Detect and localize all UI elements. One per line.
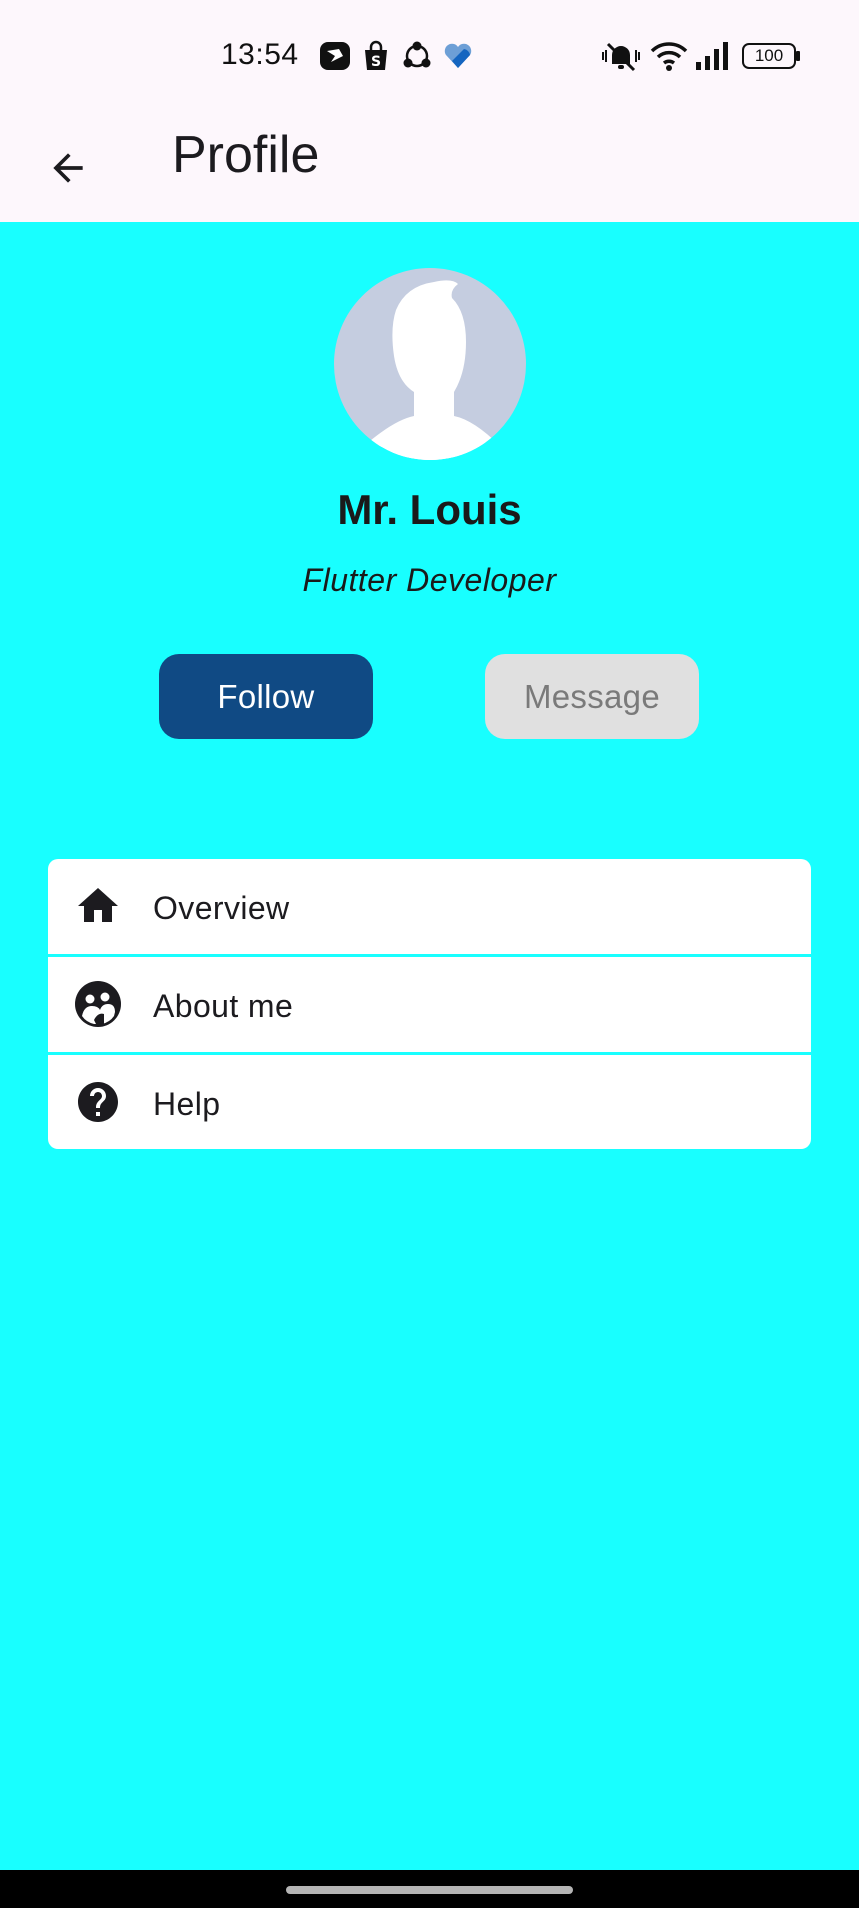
message-button[interactable]: Message bbox=[485, 654, 699, 739]
profile-menu: Overview About me Help bbox=[48, 859, 811, 1149]
profile-name: Mr. Louis bbox=[337, 486, 522, 533]
home-gesture-handle[interactable] bbox=[286, 1886, 573, 1894]
status-bar: 13:54 S 100 bbox=[0, 0, 859, 112]
battery-tip bbox=[796, 51, 800, 61]
shopping-bag-icon: S bbox=[365, 40, 387, 70]
follow-button[interactable]: Follow bbox=[159, 654, 373, 739]
menu-item-help[interactable]: Help bbox=[48, 1055, 811, 1149]
profile-role: Flutter Developer bbox=[302, 562, 557, 598]
face-icon bbox=[74, 980, 122, 1028]
app-notification-icon bbox=[320, 42, 350, 70]
wifi-icon bbox=[650, 42, 688, 71]
app-bar: Profile bbox=[0, 112, 859, 222]
navigation-bar bbox=[0, 1870, 859, 1908]
battery-icon: 100 bbox=[742, 43, 796, 69]
status-time: 13:54 bbox=[221, 38, 299, 71]
help-icon bbox=[74, 1078, 122, 1126]
person-silhouette-icon bbox=[364, 280, 500, 460]
menu-item-label: Help bbox=[153, 1086, 221, 1122]
back-button[interactable] bbox=[28, 128, 108, 208]
battery-level: 100 bbox=[754, 46, 784, 65]
menu-item-about-me[interactable]: About me bbox=[48, 957, 811, 1052]
signal-icon bbox=[696, 42, 728, 70]
svg-text:S: S bbox=[371, 54, 381, 70]
menu-item-label: About me bbox=[153, 988, 294, 1024]
menu-item-overview[interactable]: Overview bbox=[48, 859, 811, 954]
share-hub-icon bbox=[403, 41, 431, 68]
avatar bbox=[334, 268, 526, 460]
home-icon bbox=[74, 882, 122, 930]
arrow-back-icon bbox=[53, 153, 83, 183]
heart-app-icon bbox=[444, 43, 472, 68]
vibrate-mute-icon bbox=[602, 42, 640, 72]
menu-item-label: Overview bbox=[153, 890, 290, 926]
page-title: Profile bbox=[172, 126, 320, 184]
